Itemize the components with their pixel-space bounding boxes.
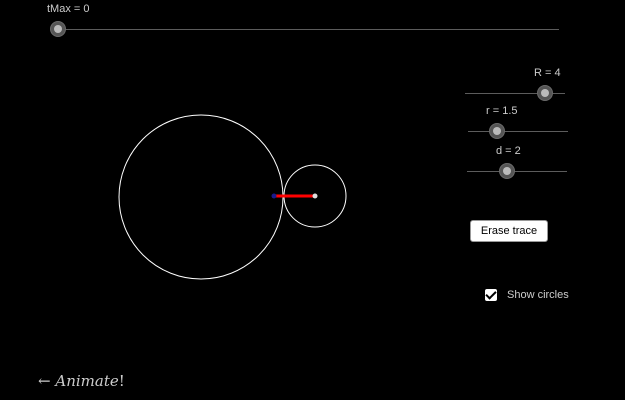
animate-hint: ← Animate! [38, 372, 125, 390]
erase-trace-button[interactable]: Erase trace [470, 220, 548, 242]
rolling-center-point[interactable] [312, 193, 318, 199]
arm-start-point[interactable] [271, 193, 277, 199]
checkbox-checked-icon[interactable] [485, 289, 497, 301]
spirograph-drawing [118, 114, 347, 280]
animate-word: Animate [55, 372, 119, 390]
show-circles-label: Show circles [507, 289, 569, 301]
fixed-circle [118, 114, 284, 280]
show-circles-checkbox[interactable]: Show circles [485, 289, 569, 301]
animate-bang: ! [118, 372, 125, 390]
left-arrow-icon: ← [38, 372, 51, 390]
applet-canvas[interactable]: tMax = 0 R = 4 r = 1.5 d = 2 Erase trace… [0, 0, 625, 400]
